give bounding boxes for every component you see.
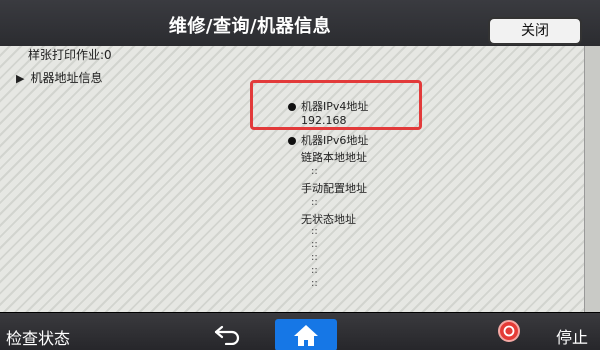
ipv4-highlight-box — [250, 80, 422, 130]
title-bar: 维修/查询/机器信息 关闭 — [0, 0, 600, 47]
stateless-value: :: — [311, 226, 318, 237]
stateless-value: :: — [311, 252, 318, 263]
stop-icon — [498, 320, 520, 342]
triangle-right-icon: ▶ — [16, 72, 25, 85]
section-label: 机器地址信息 — [30, 71, 103, 85]
link-local-value: :: — [311, 166, 318, 177]
check-status-button[interactable]: 检查状态 — [6, 325, 70, 349]
stateless-value: :: — [311, 265, 318, 276]
stop-label: 停止 — [556, 328, 589, 347]
bottom-bar: 检查状态 停止 — [0, 312, 600, 350]
printer-panel-screen: 维修/查询/机器信息 关闭 样张打印作业:0 ▶ 机器地址信息 机器IPv4地址 … — [0, 0, 600, 350]
stateless-address-label: 无状态地址 — [301, 213, 356, 226]
machine-address-section[interactable]: ▶ 机器地址信息 — [16, 69, 102, 86]
stateless-value: :: — [311, 278, 318, 289]
back-icon[interactable] — [212, 321, 246, 346]
link-local-label: 链路本地地址 — [301, 151, 367, 164]
manual-address-value: :: — [311, 197, 318, 208]
print-jobs-count: 样张打印作业:0 — [28, 48, 112, 62]
home-icon — [294, 325, 318, 346]
bullet-icon — [288, 137, 296, 145]
stateless-value: :: — [311, 239, 318, 250]
close-button[interactable]: 关闭 — [488, 17, 582, 45]
manual-address-label: 手动配置地址 — [301, 182, 367, 195]
home-button[interactable] — [275, 319, 337, 350]
ipv6-label: 机器IPv6地址 — [301, 134, 369, 147]
scrollbar[interactable] — [584, 46, 600, 312]
